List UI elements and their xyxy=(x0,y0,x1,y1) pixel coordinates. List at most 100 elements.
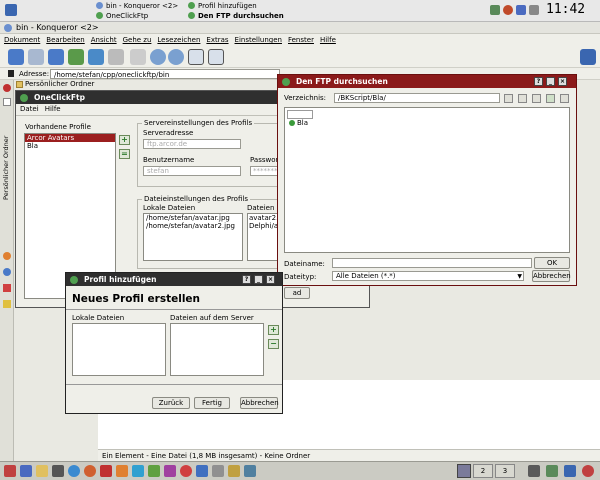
bookmark-icon[interactable] xyxy=(3,84,11,92)
desktop-pager-3[interactable]: 3 xyxy=(495,464,515,478)
list-item[interactable]: Delphi/ava xyxy=(248,222,279,230)
up-icon[interactable] xyxy=(48,49,64,65)
star-icon[interactable] xyxy=(3,300,11,308)
sidebar-tab-home[interactable]: Persönlicher Ordner xyxy=(2,110,10,200)
icon-view-icon[interactable] xyxy=(188,49,204,65)
server-address-input[interactable]: ftp.arcor.de xyxy=(143,139,241,149)
menu-ansicht[interactable]: Ansicht xyxy=(91,36,117,44)
remove-file-button[interactable]: − xyxy=(268,339,279,349)
menu-fenster[interactable]: Fenster xyxy=(288,36,314,44)
help-button[interactable]: ? xyxy=(242,275,251,284)
konqueror-titlebar[interactable]: bin - Konqueror <2> xyxy=(0,22,600,34)
clear-location-icon[interactable] xyxy=(8,70,14,77)
password-input[interactable]: ******** xyxy=(250,166,281,176)
menu-dokument[interactable]: Dokument xyxy=(4,36,40,44)
menu-einstellungen[interactable]: Einstellungen xyxy=(235,36,282,44)
volume-icon[interactable] xyxy=(529,5,539,15)
username-input[interactable]: stefan xyxy=(143,166,241,176)
menu-lesezeichen[interactable]: Lesezeichen xyxy=(157,36,200,44)
services-icon[interactable] xyxy=(3,284,11,292)
app-launcher-icon[interactable] xyxy=(164,465,176,477)
filename-input[interactable] xyxy=(332,258,532,268)
minimize-button[interactable]: _ xyxy=(254,275,263,284)
desktop-icon[interactable] xyxy=(20,465,32,477)
tray-icon[interactable] xyxy=(582,465,594,477)
taskbar-item-oneclickftp[interactable]: OneClickFtp xyxy=(96,12,148,20)
menu-datei[interactable]: Datei xyxy=(20,105,39,113)
network-icon[interactable] xyxy=(3,268,11,276)
list-item[interactable]: avatar2.jp xyxy=(248,214,279,222)
cancel-button[interactable]: Abbrechen xyxy=(532,270,571,282)
home-icon[interactable] xyxy=(68,49,84,65)
network-icon[interactable] xyxy=(490,5,500,15)
add-profile-titlebar[interactable]: Profil hinzufügen ? _ × xyxy=(66,273,282,286)
edit-profile-button[interactable]: = xyxy=(119,149,130,159)
kmenu-icon[interactable] xyxy=(4,465,16,477)
stop-icon[interactable] xyxy=(108,49,124,65)
sidebar-tab-icon[interactable] xyxy=(3,98,11,106)
location-input[interactable]: /home/stefan/cpp/oneclickftp/bin xyxy=(50,69,280,79)
finish-button[interactable]: Fertig xyxy=(194,397,230,409)
kde-menu-icon[interactable] xyxy=(5,4,17,16)
list-item[interactable]: Bla xyxy=(289,119,308,127)
local-files-list[interactable]: /home/stefan/avatar.jpg /home/stefan/ava… xyxy=(143,213,243,261)
app-launcher-icon[interactable] xyxy=(100,465,112,477)
zoom-in-icon[interactable] xyxy=(150,49,166,65)
clock[interactable]: 11:42 xyxy=(546,2,585,17)
menu-bearbeiten[interactable]: Bearbeiten xyxy=(46,36,84,44)
taskbar-item-konqueror[interactable]: bin - Konqueror <2> xyxy=(96,2,178,10)
menu-extras[interactable]: Extras xyxy=(206,36,228,44)
tray-icon[interactable] xyxy=(516,5,526,15)
tray-icon[interactable] xyxy=(564,465,576,477)
load-button[interactable]: ad xyxy=(284,287,310,299)
app-launcher-icon[interactable] xyxy=(132,465,144,477)
ok-button[interactable]: OK xyxy=(534,257,570,269)
up-icon[interactable] xyxy=(532,94,541,103)
add-file-button[interactable]: + xyxy=(268,325,279,335)
reload-icon[interactable] xyxy=(88,49,104,65)
desktop-pager-1[interactable] xyxy=(457,464,471,478)
print-icon[interactable] xyxy=(130,49,146,65)
app-launcher-icon[interactable] xyxy=(196,465,208,477)
list-item[interactable]: /home/stefan/avatar2.jpg xyxy=(144,222,242,230)
add-profile-button[interactable]: + xyxy=(119,135,130,145)
back-icon[interactable] xyxy=(8,49,24,65)
app-launcher-icon[interactable] xyxy=(116,465,128,477)
app-launcher-icon[interactable] xyxy=(148,465,160,477)
view-icon[interactable] xyxy=(560,94,569,103)
close-button[interactable]: × xyxy=(266,275,275,284)
ftp-file-list[interactable]: Bla xyxy=(284,107,570,253)
taskbar-item-ftp[interactable]: Den FTP durchsuchen xyxy=(188,12,284,20)
list-item[interactable]: /home/stefan/avatar.jpg xyxy=(144,214,242,222)
home-folder-icon[interactable] xyxy=(36,465,48,477)
tray-icon[interactable] xyxy=(546,465,558,477)
list-item[interactable]: Arcor Avatars xyxy=(25,134,115,142)
menu-gehe-zu[interactable]: Gehe zu xyxy=(123,36,152,44)
history-icon[interactable] xyxy=(3,252,11,260)
detail-view-icon[interactable] xyxy=(208,49,224,65)
terminal-icon[interactable] xyxy=(52,465,64,477)
forward-icon[interactable] xyxy=(28,49,44,65)
back-icon[interactable] xyxy=(504,94,513,103)
app-launcher-icon[interactable] xyxy=(228,465,240,477)
zoom-out-icon[interactable] xyxy=(168,49,184,65)
app-launcher-icon[interactable] xyxy=(212,465,224,477)
help-button[interactable]: ? xyxy=(534,77,543,86)
back-button[interactable]: Zurück xyxy=(152,397,190,409)
new-folder-icon[interactable] xyxy=(546,94,555,103)
taskbar-item-profil[interactable]: Profil hinzufügen xyxy=(188,2,257,10)
app-launcher-icon[interactable] xyxy=(244,465,256,477)
sidebar-root-item[interactable]: Persönlicher Ordner xyxy=(16,80,98,90)
tray-icon[interactable] xyxy=(528,465,540,477)
menu-hilfe[interactable]: Hilfe xyxy=(320,36,336,44)
ftp-browser-titlebar[interactable]: Den FTP durchsuchen ? _ × xyxy=(278,75,576,88)
desktop-pager-2[interactable]: 2 xyxy=(473,464,493,478)
cancel-button[interactable]: Abbrechen xyxy=(240,397,279,409)
tray-icon[interactable] xyxy=(503,5,513,15)
firefox-icon[interactable] xyxy=(84,465,96,477)
minimize-button[interactable]: _ xyxy=(546,77,555,86)
server-files-list[interactable]: avatar2.jp Delphi/ava xyxy=(247,213,280,261)
browser-icon[interactable] xyxy=(68,465,80,477)
menu-hilfe[interactable]: Hilfe xyxy=(45,105,61,113)
close-button[interactable]: × xyxy=(558,77,567,86)
